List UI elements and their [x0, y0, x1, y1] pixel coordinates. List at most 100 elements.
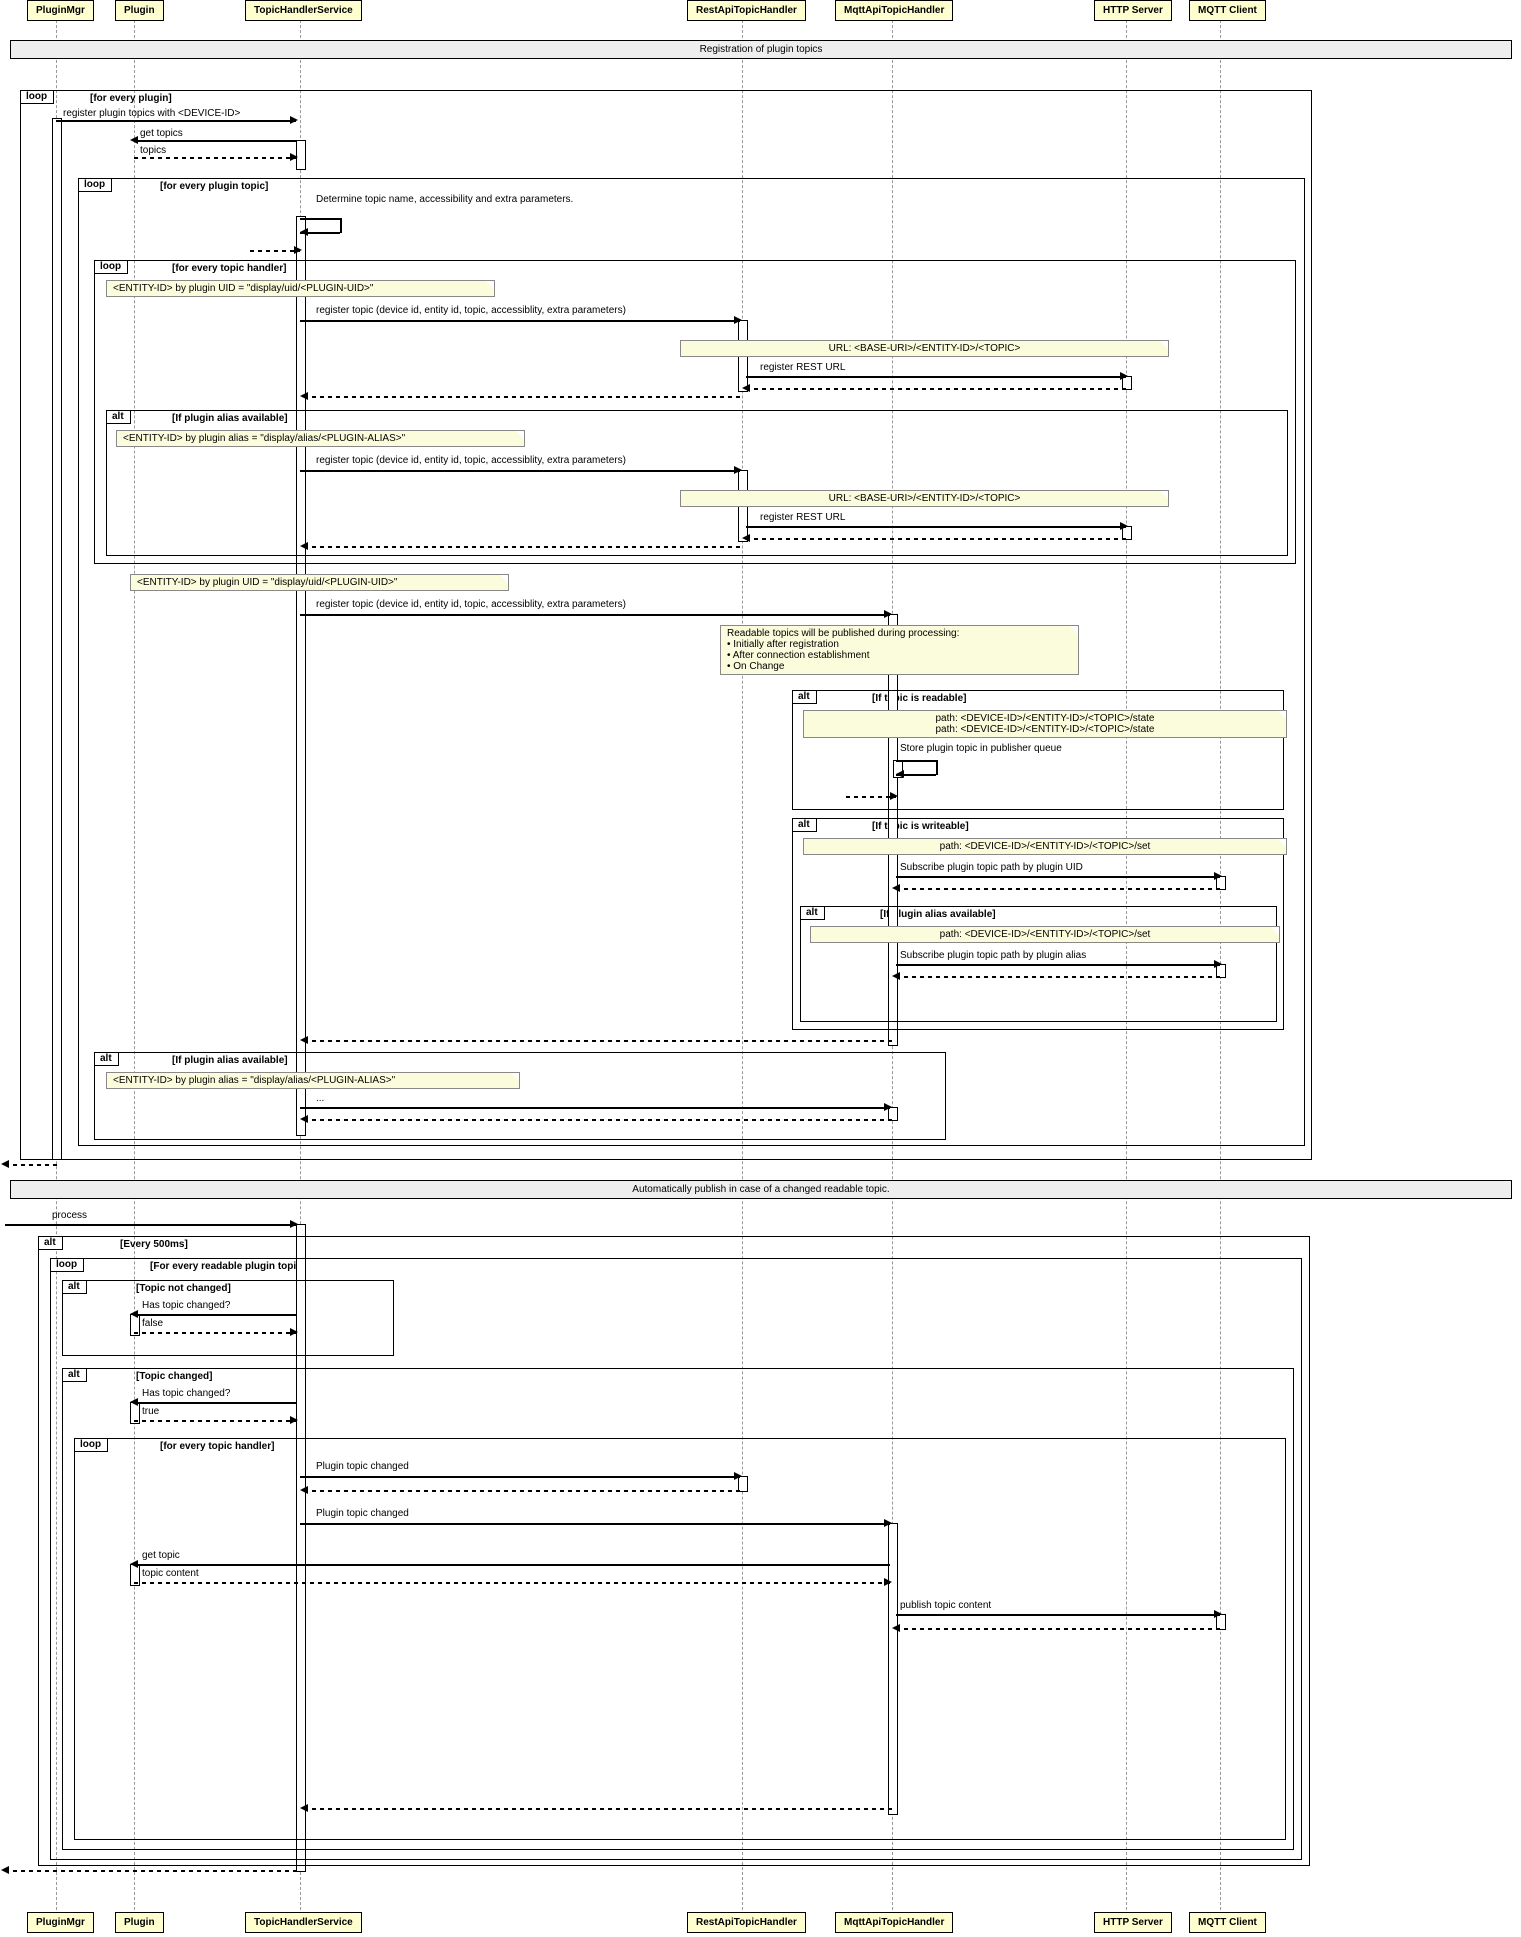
arrow	[300, 614, 890, 616]
arrowhead-icon	[892, 884, 900, 892]
arrow	[300, 320, 740, 322]
arrow	[846, 796, 896, 798]
arrow	[134, 1314, 296, 1316]
arrow	[896, 976, 1220, 978]
arrowhead-icon	[1214, 872, 1222, 880]
arrow	[936, 760, 938, 775]
note-readable-l3: After connection establishment	[733, 650, 870, 661]
msg-register-topic3: register topic (device id, entity id, to…	[316, 599, 626, 610]
arrowhead-icon	[300, 392, 308, 400]
arrowhead-icon	[290, 116, 298, 124]
arrow	[304, 1040, 892, 1042]
actor-plugin2: Plugin	[115, 1912, 164, 1933]
msg-etc: ...	[316, 1093, 324, 1104]
arrowhead-icon	[884, 1103, 892, 1111]
arrow	[304, 1490, 742, 1492]
note-entity-alias2: <ENTITY-ID> by plugin alias = "display/a…	[106, 1072, 520, 1089]
msg-topics: topics	[140, 145, 166, 156]
actor-topichandlerservice2: TopicHandlerService	[245, 1912, 362, 1933]
arrowhead-icon	[734, 466, 742, 474]
msg-get-topic: get topic	[142, 1550, 180, 1561]
arrowhead-icon	[290, 153, 298, 161]
note-entity-uid: <ENTITY-ID> by plugin UID = "display/uid…	[106, 280, 495, 297]
arrowhead-icon	[130, 1398, 138, 1406]
arrow	[5, 1164, 60, 1166]
note-readable-l2: Initially after registration	[733, 639, 839, 650]
arrowhead-icon	[300, 1036, 308, 1044]
path1: path: <DEVICE-ID>/<ENTITY-ID>/<TOPIC>/st…	[936, 713, 1155, 724]
arrow	[304, 546, 742, 548]
divider-auto-publish: Automatically publish in case of a chang…	[10, 1180, 1512, 1199]
actor-restapitopichandler2: RestApiTopicHandler	[687, 1912, 806, 1933]
arrow	[896, 1628, 1220, 1630]
arrowhead-icon	[892, 1624, 900, 1632]
arrow	[896, 964, 1220, 966]
arrow	[896, 1614, 1220, 1616]
arrowhead-icon	[300, 1115, 308, 1123]
msg-plugin-changed2: Plugin topic changed	[316, 1508, 409, 1519]
frag-alt7	[62, 1280, 394, 1356]
arrowhead-icon	[300, 228, 308, 236]
arrow	[746, 538, 1126, 540]
arrowhead-icon	[884, 1519, 892, 1527]
arrow	[746, 388, 1126, 390]
arrow	[134, 1564, 890, 1566]
arrow	[896, 760, 936, 762]
arrow	[300, 218, 340, 220]
arrowhead-icon	[884, 610, 892, 618]
frag-alt5	[94, 1052, 946, 1140]
arrowhead-icon	[130, 1310, 138, 1318]
arrow	[304, 1808, 892, 1810]
msg-register-rest-url2: register REST URL	[760, 512, 845, 523]
msg-true: true	[142, 1406, 159, 1417]
arrow	[134, 140, 296, 142]
arrowhead-icon	[742, 534, 750, 542]
actor-mqttclient: MQTT Client	[1189, 0, 1266, 21]
arrowhead-icon	[890, 792, 898, 800]
note-path-state: path: <DEVICE-ID>/<ENTITY-ID>/<TOPIC>/st…	[803, 710, 1287, 738]
arrowhead-icon	[734, 316, 742, 324]
arrowhead-icon	[130, 136, 138, 144]
arrowhead-icon	[300, 1486, 308, 1494]
msg-publish: publish topic content	[900, 1600, 991, 1611]
arrowhead-icon	[896, 770, 904, 778]
note-url2: URL: <BASE-URI>/<ENTITY-ID>/<TOPIC>	[680, 490, 1169, 507]
arrowhead-icon	[294, 246, 302, 254]
actor-mqttapitopichandler2: MqttApiTopicHandler	[835, 1912, 953, 1933]
msg-plugin-changed: Plugin topic changed	[316, 1461, 409, 1472]
arrowhead-icon	[742, 384, 750, 392]
arrowhead-icon	[892, 972, 900, 980]
msg-false: false	[142, 1318, 163, 1329]
arrow	[134, 1582, 890, 1584]
note-url: URL: <BASE-URI>/<ENTITY-ID>/<TOPIC>	[680, 340, 1169, 357]
note-readable-l4: On Change	[733, 661, 784, 672]
actor-mqttapitopichandler: MqttApiTopicHandler	[835, 0, 953, 21]
actor-httpserver: HTTP Server	[1094, 0, 1172, 21]
actor-httpserver2: HTTP Server	[1094, 1912, 1172, 1933]
arrow	[300, 1107, 890, 1109]
msg-process: process	[52, 1210, 87, 1221]
arrow	[134, 1332, 296, 1334]
arrow	[5, 1224, 297, 1226]
arrowhead-icon	[1214, 960, 1222, 968]
arrowhead-icon	[130, 1560, 138, 1568]
arrow	[250, 250, 300, 252]
msg-has-changed: Has topic changed?	[142, 1300, 230, 1311]
msg-get-topics: get topics	[140, 128, 183, 139]
actor-topichandlerservice: TopicHandlerService	[245, 0, 362, 21]
arrow	[896, 888, 1220, 890]
note-readable: Readable topics will be published during…	[720, 625, 1079, 675]
note-path-set2: path: <DEVICE-ID>/<ENTITY-ID>/<TOPIC>/se…	[810, 926, 1280, 943]
arrowhead-icon	[1120, 522, 1128, 530]
arrow	[304, 1119, 892, 1121]
note-readable-l1: Readable topics will be published during…	[727, 628, 959, 639]
msg-determine: Determine topic name, accessibility and …	[316, 194, 573, 205]
msg-subscribe-alias: Subscribe plugin topic path by plugin al…	[900, 950, 1086, 961]
arrow	[134, 157, 296, 159]
arrow	[134, 1420, 296, 1422]
msg-store-publisher: Store plugin topic in publisher queue	[900, 743, 1062, 754]
msg-has-changed2: Has topic changed?	[142, 1388, 230, 1399]
arrowhead-icon	[1, 1866, 9, 1874]
arrowhead-icon	[290, 1416, 298, 1424]
arrow	[304, 396, 742, 398]
